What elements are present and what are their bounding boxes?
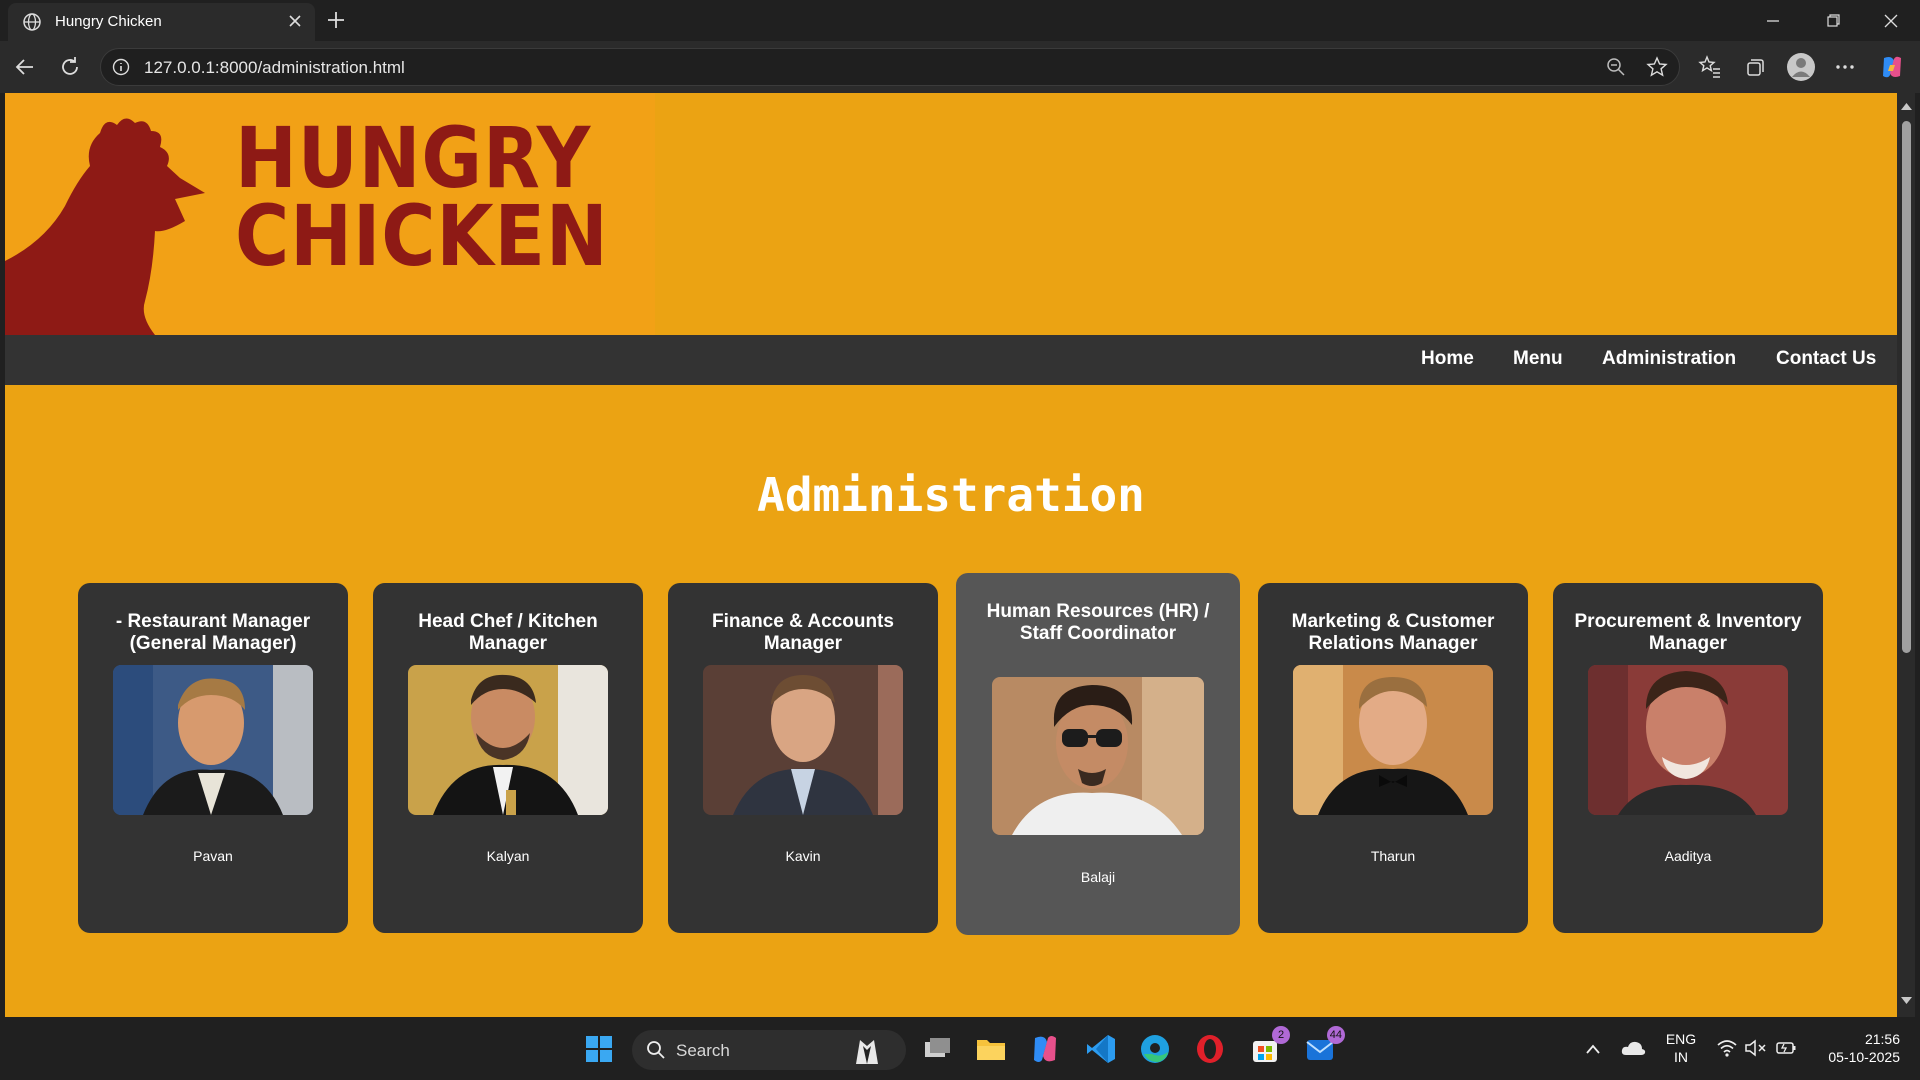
site-navbar: Home Menu Administration Contact Us — [5, 335, 1897, 385]
vscode-icon[interactable] — [1084, 1032, 1118, 1066]
copilot-icon[interactable] — [1878, 53, 1906, 81]
rooster-logo-icon — [5, 118, 205, 335]
staff-photo — [703, 665, 903, 815]
nav-menu[interactable]: Menu — [1513, 348, 1563, 370]
staff-photo — [113, 665, 313, 815]
nav-administration[interactable]: Administration — [1602, 348, 1736, 370]
back-arrow-icon[interactable] — [12, 54, 38, 80]
staff-card[interactable]: Head Chef / Kitchen Manager Kalyan — [373, 583, 643, 933]
region-code: IN — [1674, 1049, 1688, 1065]
favorites-icon[interactable] — [1697, 54, 1723, 80]
browser-tab[interactable]: Hungry Chicken — [8, 3, 315, 41]
tab-title: Hungry Chicken — [55, 13, 162, 30]
card-role-title: - Restaurant Manager (General Manager) — [115, 611, 311, 654]
profile-avatar-icon[interactable] — [1786, 52, 1816, 82]
collections-icon[interactable] — [1742, 54, 1768, 80]
opera-icon[interactable] — [1193, 1032, 1227, 1066]
clock-time: 21:56 — [1864, 1031, 1900, 1047]
info-icon[interactable] — [112, 58, 130, 76]
page-scrollbar[interactable] — [1897, 93, 1915, 1017]
scroll-thumb[interactable] — [1902, 121, 1911, 653]
language-indicator[interactable]: ENG IN — [1660, 1030, 1702, 1066]
task-view-icon[interactable] — [920, 1032, 954, 1066]
chevron-up-icon[interactable] — [1584, 1042, 1602, 1056]
logo-line-1: HUNGRY — [235, 109, 592, 207]
microsoft-store-icon[interactable]: 2 — [1248, 1026, 1290, 1066]
nav-contact-us[interactable]: Contact Us — [1776, 348, 1876, 370]
browser-toolbar: 127.0.0.1:8000/administration.html — [0, 41, 1920, 93]
staff-card[interactable]: Marketing & Customer Relations Manager T… — [1258, 583, 1528, 933]
portrait-image — [992, 677, 1204, 835]
portrait-image — [703, 665, 903, 815]
portrait-image — [113, 665, 313, 815]
staff-name: Balaji — [1080, 869, 1116, 885]
staff-name: Kavin — [785, 848, 821, 864]
site-logo[interactable]: HUNGRY CHICKEN — [5, 93, 655, 335]
mail-app-icon[interactable]: 44 — [1303, 1026, 1345, 1066]
zoom-out-icon[interactable] — [1606, 57, 1626, 77]
staff-card-highlighted[interactable]: Human Resources (HR) / Staff Coordinator… — [956, 573, 1240, 935]
os-taskbar: Search 2 44 ENG IN 21:56 05-10-2025 — [0, 1020, 1920, 1080]
new-tab-icon[interactable] — [324, 8, 348, 32]
portrait-image — [408, 665, 608, 815]
page-title: Administration — [757, 468, 1145, 522]
staff-card[interactable]: Procurement & Inventory Manager Aaditya — [1553, 583, 1823, 933]
edge-browser-icon[interactable] — [1138, 1032, 1172, 1066]
search-label: Search — [676, 1041, 730, 1060]
scroll-up-arrow-icon[interactable] — [1901, 102, 1912, 111]
notification-badge: 2 — [1272, 1026, 1290, 1044]
nav-home[interactable]: Home — [1421, 348, 1474, 370]
portrait-image — [1588, 665, 1788, 815]
volume-muted-icon[interactable] — [1744, 1038, 1768, 1058]
refresh-icon[interactable] — [57, 54, 83, 80]
more-options-icon[interactable] — [1832, 54, 1858, 80]
staff-name: Aaditya — [1664, 848, 1712, 864]
card-role-title: Head Chef / Kitchen Manager — [418, 611, 598, 654]
staff-photo — [1293, 665, 1493, 815]
search-highlight-icon — [856, 1040, 878, 1064]
search-icon — [647, 1041, 665, 1059]
card-role-title: Procurement & Inventory Manager — [1574, 611, 1802, 654]
staff-name: Tharun — [1370, 848, 1416, 864]
onedrive-cloud-icon[interactable] — [1620, 1039, 1646, 1057]
restore-icon[interactable] — [1820, 8, 1846, 34]
wifi-icon[interactable] — [1716, 1038, 1738, 1058]
clock-date: 05-10-2025 — [1828, 1049, 1900, 1065]
card-role-title: Marketing & Customer Relations Manager — [1291, 611, 1495, 654]
windows-start-icon[interactable] — [582, 1032, 616, 1066]
notification-badge: 44 — [1326, 1026, 1345, 1044]
file-explorer-icon[interactable] — [974, 1032, 1008, 1066]
portrait-image — [1293, 665, 1493, 815]
globe-icon — [23, 13, 41, 31]
logo-line-2: CHICKEN — [235, 187, 609, 285]
clock[interactable]: 21:56 05-10-2025 — [1810, 1030, 1900, 1066]
staff-card[interactable]: Finance & Accounts Manager Kavin — [668, 583, 938, 933]
battery-icon[interactable] — [1774, 1038, 1798, 1058]
favorite-star-icon[interactable] — [1646, 56, 1668, 78]
close-window-icon[interactable] — [1878, 8, 1904, 34]
browser-tab-bar: Hungry Chicken — [0, 0, 1920, 41]
language-code: ENG — [1665, 1031, 1697, 1047]
address-bar[interactable]: 127.0.0.1:8000/administration.html — [100, 48, 1680, 86]
site-header: HUNGRY CHICKEN — [5, 93, 1897, 335]
staff-photo — [992, 677, 1204, 835]
close-tab-icon[interactable] — [285, 11, 305, 31]
staff-name: Pavan — [193, 848, 233, 864]
staff-card[interactable]: - Restaurant Manager (General Manager) P… — [78, 583, 348, 933]
copilot-app-icon[interactable] — [1028, 1032, 1062, 1066]
staff-name: Kalyan — [486, 848, 530, 864]
staff-photo — [1588, 665, 1788, 815]
card-role-title: Human Resources (HR) / Staff Coordinator — [986, 601, 1210, 644]
card-role-title: Finance & Accounts Manager — [712, 611, 894, 654]
taskbar-search[interactable]: Search — [632, 1030, 906, 1070]
staff-photo — [408, 665, 608, 815]
page-viewport: HUNGRY CHICKEN Home Menu Administration … — [5, 93, 1897, 1017]
url-text: 127.0.0.1:8000/administration.html — [144, 58, 405, 77]
logo-wordmark: HUNGRY CHICKEN — [235, 109, 609, 285]
minimize-icon[interactable] — [1760, 8, 1786, 34]
scroll-down-arrow-icon[interactable] — [1901, 996, 1912, 1005]
